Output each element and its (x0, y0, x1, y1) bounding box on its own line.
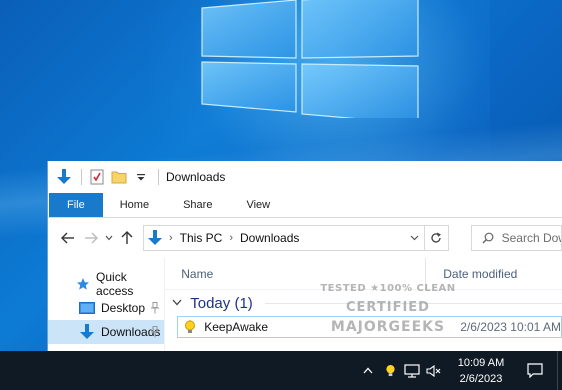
back-button[interactable] (56, 226, 79, 250)
nav-item-label: Quick access (96, 270, 134, 298)
address-row: › This PC › Downloads Search Downloads (48, 218, 562, 258)
nav-item-label: Desktop (101, 301, 146, 315)
up-button[interactable] (116, 226, 139, 250)
explorer-body: Quick access Desktop Downloads Name Date… (48, 257, 562, 351)
search-placeholder: Search Downloads (501, 231, 561, 245)
downloads-folder-icon (78, 323, 96, 341)
new-folder-icon[interactable] (109, 167, 129, 187)
address-bar[interactable]: › This PC › Downloads (142, 225, 426, 251)
watermark-line-3: MAJORGEEKS (330, 319, 446, 335)
tab-view[interactable]: View (229, 193, 287, 217)
file-date-modified: 2/6/2023 10:01 AM (460, 320, 561, 334)
ribbon-tabs: File Home Share View (48, 193, 562, 218)
qa-separator (81, 169, 82, 185)
search-icon (482, 232, 494, 244)
clock-time: 10:09 AM (457, 356, 505, 369)
desktop-folder-icon (78, 299, 96, 317)
network-icon[interactable] (401, 351, 423, 390)
recent-locations-chevron-icon[interactable] (103, 226, 116, 250)
collapse-chevron-icon[interactable] (172, 298, 182, 309)
qa-separator (158, 169, 159, 185)
nav-item-downloads[interactable]: Downloads (48, 320, 164, 344)
tab-file[interactable]: File (49, 193, 103, 217)
column-header-date-modified[interactable]: Date modified (426, 267, 517, 281)
action-center-icon[interactable] (513, 351, 557, 390)
customize-toolbar-dropdown-icon[interactable] (131, 167, 151, 187)
system-tray: 10:09 AM 2/6/2023 (357, 351, 562, 390)
breadcrumb-chevron-icon[interactable]: › (169, 232, 173, 244)
nav-item-quick-access[interactable]: Quick access (48, 270, 164, 298)
show-desktop-button[interactable] (557, 351, 562, 390)
watermark-line-1: TESTED ★100% CLEAN (320, 283, 456, 294)
file-explorer-window: Downloads File Home Share View › This PC… (47, 161, 562, 351)
pin-icon[interactable] (148, 325, 162, 339)
download-arrow-icon[interactable] (54, 167, 74, 187)
title-bar: Downloads (48, 161, 562, 193)
column-header-name[interactable]: Name (164, 267, 425, 281)
properties-checkmark-icon[interactable] (87, 167, 107, 187)
refresh-button[interactable] (425, 225, 449, 251)
lightbulb-icon (181, 318, 199, 336)
downloads-location-icon (147, 230, 162, 246)
nav-item-desktop[interactable]: Desktop (48, 296, 164, 320)
volume-muted-icon[interactable] (423, 351, 445, 390)
window-title: Downloads (166, 170, 226, 184)
star-icon (74, 275, 91, 293)
breadcrumb-this-pc[interactable]: This PC (180, 231, 223, 245)
windows-logo-icon (201, 0, 419, 118)
forward-button[interactable] (79, 226, 102, 250)
group-label: Today (1) (190, 294, 253, 312)
taskbar: 10:09 AM 2/6/2023 (0, 351, 562, 390)
address-dropdown-icon[interactable] (404, 226, 424, 250)
search-input[interactable]: Search Downloads (470, 225, 562, 251)
watermark-line-2: CERTIFIED (346, 300, 430, 315)
tab-share[interactable]: Share (166, 193, 229, 217)
clock-date: 2/6/2023 (459, 372, 503, 385)
show-hidden-icons-chevron-icon[interactable] (357, 351, 379, 390)
pin-icon[interactable] (148, 301, 162, 315)
breadcrumb-downloads[interactable]: Downloads (240, 231, 299, 245)
tab-home[interactable]: Home (103, 193, 166, 217)
keepawake-lightbulb-icon[interactable] (379, 351, 401, 390)
navigation-pane: Quick access Desktop Downloads (48, 258, 164, 351)
taskbar-clock[interactable]: 10:09 AM 2/6/2023 (449, 355, 513, 387)
breadcrumb-chevron-icon[interactable]: › (229, 232, 233, 244)
